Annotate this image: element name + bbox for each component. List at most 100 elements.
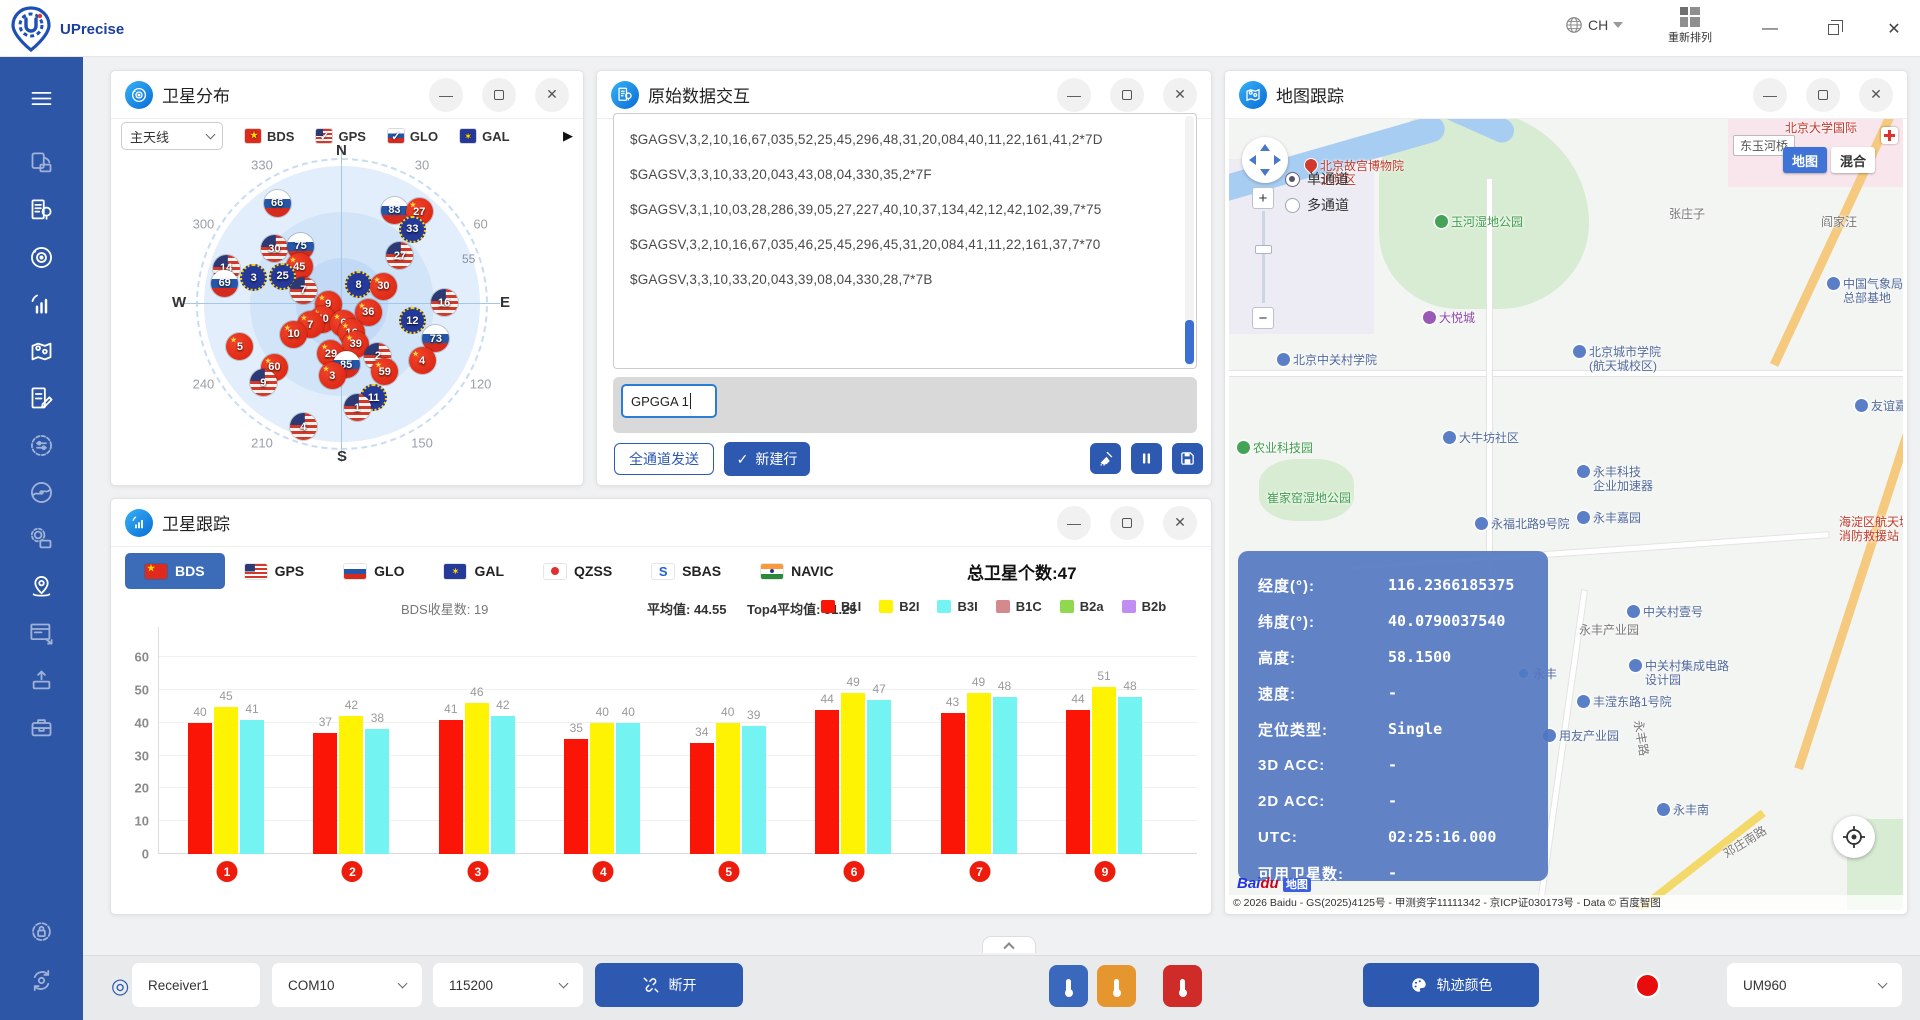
sidebar-item-firmware-upgrade[interactable] (0, 660, 83, 700)
pan-down-icon[interactable] (1260, 169, 1270, 176)
sidebar-item-raw-data[interactable] (0, 190, 83, 230)
baidu-map[interactable]: 北京故宫博物院北院区玉河湿地公园张庄子阎家汪中国气象局总部基地大悦城北京中关村学… (1229, 119, 1903, 910)
pan-right-icon[interactable] (1274, 155, 1281, 165)
panel-close-button[interactable]: ✕ (1163, 506, 1197, 540)
legend-label: B2b (1142, 599, 1167, 614)
map-type-hybrid-button[interactable]: 混合 (1831, 147, 1875, 173)
more-systems-arrow[interactable]: ▶ (563, 128, 573, 144)
position-info-row: UTC:02:25:16.000 (1258, 819, 1528, 855)
map-poi-label: 友谊嘉园 (1855, 399, 1903, 413)
save-button[interactable] (1172, 443, 1203, 474)
panel-minimize-button[interactable]: — (429, 78, 463, 112)
panel-close-button[interactable]: ✕ (1163, 78, 1197, 112)
map-zoom-in-button[interactable]: + (1252, 187, 1274, 209)
map-poi-text: 丰滢东路1号院 (1593, 695, 1672, 709)
tab-navic[interactable]: NAVIC (741, 553, 854, 589)
panel-minimize-button[interactable]: — (1057, 506, 1091, 540)
sidebar-item-menu[interactable] (0, 78, 83, 118)
map-zoom-out-button[interactable]: − (1252, 307, 1274, 329)
tab-bds[interactable]: BDS (125, 553, 225, 589)
baud-rate-select[interactable]: 115200 (433, 963, 583, 1007)
uprecise-logo-icon (10, 6, 52, 52)
sidebar-item-satellite-tracking[interactable] (0, 284, 83, 324)
eu-flag-checkbox-icon[interactable] (460, 129, 476, 143)
position-info-label: 2D ACC: (1258, 793, 1388, 810)
map-poi-text: 中关村集成电路设计园 (1645, 659, 1729, 687)
sidebar-item-receiver-connect[interactable] (0, 143, 83, 183)
temperature-button-red[interactable] (1163, 965, 1202, 1007)
bottombar-collapse-button[interactable] (982, 936, 1036, 953)
com-port-select[interactable]: COM10 (272, 963, 422, 1007)
tab-sbas[interactable]: SBAS (632, 553, 741, 589)
attitude-icon (28, 479, 55, 506)
channel-mode-multi[interactable]: 多通道 (1285, 195, 1349, 215)
tab-gps[interactable]: GPS (225, 553, 325, 589)
radio-selected-icon[interactable] (1285, 172, 1300, 187)
azimuth-label-300: 300 (193, 217, 215, 232)
send-all-channels-button[interactable]: 全通道发送 (614, 443, 714, 475)
sidebar-item-position[interactable] (0, 566, 83, 606)
sidebar-item-satellite-distribution[interactable] (0, 237, 83, 277)
new-line-button[interactable]: ✓ 新建行 (724, 442, 810, 476)
track-color-button[interactable]: 轨迹颜色 (1363, 963, 1539, 1007)
track-color-swatch[interactable] (1635, 973, 1660, 998)
system-checkbox-bds[interactable]: BDS (245, 129, 294, 144)
sidebar-item-message-config[interactable] (0, 378, 83, 418)
sidebar-item-security[interactable] (0, 910, 83, 950)
map-poi-label: 张庄子 (1669, 207, 1705, 221)
map-locate-button[interactable] (1833, 816, 1875, 858)
window-minimize-button[interactable]: — (1755, 14, 1785, 44)
bar-b3i-sat2 (365, 729, 389, 854)
panel-maximize-button[interactable] (1806, 78, 1840, 112)
position-info-label: 纬度(°): (1258, 611, 1388, 632)
antenna-select[interactable]: 主天线 (121, 122, 223, 150)
scrollbar[interactable] (1185, 116, 1194, 366)
system-checkbox-glo[interactable]: GLO (388, 129, 438, 144)
panel-close-button[interactable]: ✕ (1859, 78, 1893, 112)
menu-icon (28, 85, 55, 112)
panel-minimize-button[interactable]: — (1057, 78, 1091, 112)
us-flag-checkbox-icon[interactable] (316, 129, 332, 143)
panel-maximize-button[interactable] (1110, 506, 1144, 540)
ru-flag-checkbox-icon[interactable] (388, 129, 404, 143)
panel-close-button[interactable]: ✕ (535, 78, 569, 112)
scrollbar-thumb[interactable] (1185, 320, 1194, 364)
panel-minimize-button[interactable]: — (1753, 78, 1787, 112)
satellite-prn: 33 (406, 223, 418, 235)
sidebar-item-device-config[interactable] (0, 519, 83, 559)
pan-left-icon[interactable] (1249, 155, 1256, 165)
disconnect-button[interactable]: 断开 (595, 963, 743, 1007)
panel-maximize-button[interactable] (482, 78, 516, 112)
bar-b2i-sat7 (967, 693, 991, 854)
rearrange-button[interactable]: 重新排列 (1655, 6, 1725, 45)
system-checkbox-gal[interactable]: GAL (460, 129, 509, 144)
sidebar-item-attitude[interactable] (0, 472, 83, 512)
map-pan-control[interactable] (1242, 137, 1288, 183)
sidebar-item-toolbox[interactable] (0, 707, 83, 747)
module-select[interactable]: UM960 (1727, 963, 1902, 1007)
command-input[interactable]: GPGGA 1 (621, 384, 717, 418)
language-selector[interactable]: CH (1565, 16, 1623, 34)
temperature-button-blue[interactable] (1049, 965, 1088, 1007)
sidebar-item-command-log[interactable] (0, 613, 83, 653)
sidebar-item-auto-update[interactable] (0, 960, 83, 1000)
nmea-output-area[interactable]: $GAGSV,3,2,10,16,67,035,52,25,45,296,48,… (613, 113, 1197, 369)
clear-button[interactable] (1090, 443, 1121, 474)
tab-gal[interactable]: GAL (424, 553, 524, 589)
sidebar-item-map-tracking[interactable] (0, 331, 83, 371)
map-type-map-button[interactable]: 地图 (1783, 147, 1827, 173)
temperature-button-orange[interactable] (1097, 965, 1136, 1007)
cn-flag-checkbox-icon[interactable] (245, 129, 261, 143)
pan-up-icon[interactable] (1260, 144, 1270, 151)
window-restore-button[interactable] (1818, 14, 1848, 44)
map-zoom-handle[interactable] (1255, 245, 1272, 254)
window-close-button[interactable]: ✕ (1879, 14, 1909, 44)
panel-maximize-button[interactable] (1110, 78, 1144, 112)
sidebar-item-receiver-config[interactable] (0, 425, 83, 465)
receiver-name-input[interactable]: Receiver1 (132, 963, 260, 1007)
tab-qzss[interactable]: QZSS (524, 553, 632, 589)
channel-mode-single[interactable]: 单通道 (1285, 169, 1349, 189)
radio-icon[interactable] (1285, 198, 1300, 213)
pause-button[interactable] (1131, 443, 1162, 474)
tab-glo[interactable]: GLO (324, 553, 424, 589)
